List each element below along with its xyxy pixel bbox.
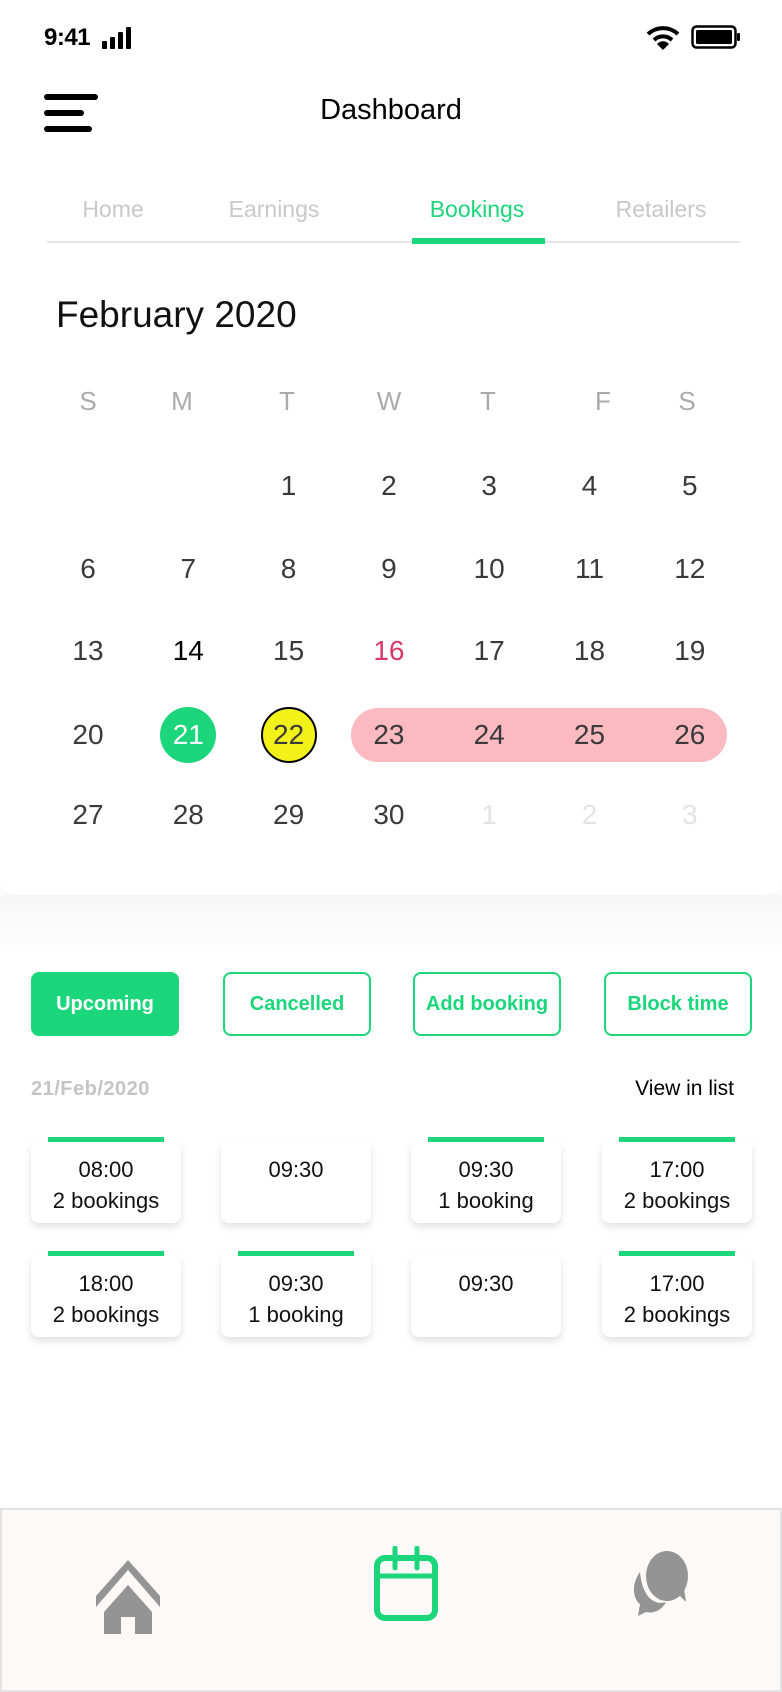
slot-time: 08:00 <box>78 1157 134 1182</box>
signal-icon <box>102 27 136 49</box>
add-booking-button[interactable]: Add booking <box>413 972 561 1036</box>
panel-shadow <box>0 895 782 955</box>
tab-divider <box>47 241 740 243</box>
tab-bookings[interactable]: Bookings <box>430 196 525 223</box>
calendar-day[interactable]: 3 <box>461 458 517 514</box>
calendar-day[interactable]: 17 <box>461 623 517 679</box>
time-slot-card[interactable]: 09:30 <box>221 1140 371 1223</box>
battery-icon <box>691 25 740 49</box>
slot-booking-count: 1 booking <box>248 1302 344 1327</box>
weekday-label: T <box>480 386 496 416</box>
calendar-day[interactable]: 30 <box>361 787 417 843</box>
calendar-day[interactable]: 11 <box>562 541 618 597</box>
booked-indicator <box>619 1137 735 1142</box>
time-slot-card[interactable]: 17:00 2 bookings <box>602 1251 752 1337</box>
calendar-day[interactable]: 1 <box>461 787 517 843</box>
page-title: Dashboard <box>320 94 462 126</box>
slot-booking-count: 2 bookings <box>52 1302 160 1327</box>
weekday-label: S <box>79 386 97 416</box>
calendar-day[interactable]: 18 <box>562 623 618 679</box>
booked-indicator <box>238 1251 354 1256</box>
block-time-button[interactable]: Block time <box>604 972 752 1036</box>
time-slot-card[interactable]: 08:00 2 bookings <box>31 1137 181 1223</box>
chat-icon[interactable] <box>628 1550 694 1616</box>
home-icon[interactable] <box>94 1554 162 1646</box>
calendar-day[interactable]: 16 <box>361 623 417 679</box>
bottom-nav <box>0 1508 782 1692</box>
calendar-day[interactable]: 3 <box>662 787 718 843</box>
calendar-day[interactable]: 12 <box>662 541 718 597</box>
selected-date-label: 21/Feb/2020 <box>31 1078 150 1100</box>
calendar-day[interactable]: 27 <box>60 787 116 843</box>
time-slot-card[interactable]: 09:30 1 booking <box>221 1251 371 1337</box>
calendar-day[interactable]: 5 <box>662 458 718 514</box>
calendar-day[interactable]: 4 <box>562 458 618 514</box>
slot-time: 17:00 <box>649 1271 705 1296</box>
slot-time: 09:30 <box>268 1271 324 1296</box>
slot-booking-count: 1 booking <box>438 1188 534 1213</box>
booked-indicator <box>619 1251 735 1256</box>
calendar-day[interactable]: 1 <box>261 458 317 514</box>
booked-indicator <box>48 1251 164 1256</box>
wifi-icon <box>646 26 680 50</box>
calendar-day[interactable]: 23 <box>361 707 417 763</box>
calendar-day[interactable]: 26 <box>662 707 718 763</box>
tab-home[interactable]: Home <box>82 196 143 223</box>
calendar-day[interactable]: 13 <box>60 623 116 679</box>
calendar-day[interactable]: 21 <box>160 707 217 763</box>
calendar-icon[interactable] <box>374 1546 440 1622</box>
calendar-day[interactable]: 9 <box>361 541 417 597</box>
month-title: February 2020 <box>56 294 297 335</box>
time-slot-card[interactable]: 09:30 <box>411 1254 561 1337</box>
calendar-day[interactable]: 19 <box>662 623 718 679</box>
status-time: 9:41 <box>44 24 91 51</box>
weekday-label: F <box>595 386 611 416</box>
calendar-day[interactable]: 2 <box>562 787 618 843</box>
cancelled-button[interactable]: Cancelled <box>223 972 371 1036</box>
calendar-day[interactable]: 25 <box>562 707 618 763</box>
calendar-day[interactable]: 7 <box>160 541 216 597</box>
calendar-day[interactable]: 24 <box>461 707 517 763</box>
slot-time: 17:00 <box>649 1157 705 1182</box>
slot-time: 09:30 <box>268 1157 324 1182</box>
weekday-label: M <box>171 386 193 416</box>
calendar-day[interactable]: 6 <box>60 541 116 597</box>
tab-retailers[interactable]: Retailers <box>616 196 707 223</box>
slot-booking-count: 2 bookings <box>623 1302 731 1327</box>
slot-booking-count: 2 bookings <box>623 1188 731 1213</box>
time-slot-card[interactable]: 18:00 2 bookings <box>31 1251 181 1337</box>
slot-time: 09:30 <box>458 1157 514 1182</box>
calendar-day[interactable]: 20 <box>60 707 116 763</box>
slot-booking-count: 2 bookings <box>52 1188 160 1213</box>
calendar-day[interactable]: 15 <box>261 623 317 679</box>
slot-time: 09:30 <box>458 1271 514 1296</box>
active-tab-indicator <box>412 238 545 244</box>
booked-indicator <box>428 1137 544 1142</box>
view-in-list-link[interactable]: View in list <box>635 1077 734 1101</box>
booked-indicator <box>48 1137 164 1142</box>
upcoming-button[interactable]: Upcoming <box>31 972 179 1036</box>
slot-time: 18:00 <box>78 1271 134 1296</box>
calendar-day[interactable]: 29 <box>261 787 317 843</box>
calendar-day[interactable]: 8 <box>261 541 317 597</box>
calendar-day[interactable]: 28 <box>160 787 216 843</box>
time-slot-card[interactable]: 17:00 2 bookings <box>602 1137 752 1223</box>
calendar-day[interactable]: 14 <box>160 623 216 679</box>
weekday-label: W <box>376 386 402 416</box>
tab-earnings[interactable]: Earnings <box>229 196 320 223</box>
calendar-day[interactable]: 10 <box>461 541 517 597</box>
weekday-label: T <box>279 386 295 416</box>
weekday-label: S <box>678 386 696 416</box>
calendar-day[interactable]: 22 <box>260 707 317 763</box>
calendar-day[interactable]: 2 <box>361 458 417 514</box>
time-slot-card[interactable]: 09:30 1 booking <box>411 1137 561 1223</box>
